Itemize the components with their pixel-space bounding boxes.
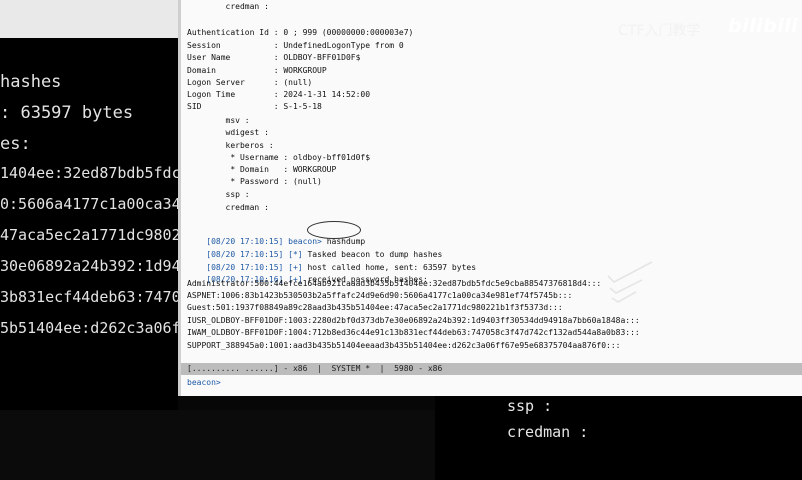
- bg-right-line: credman :: [507, 423, 589, 441]
- hash-line: Guest:501:1937f08849a89c28aad3b435b51404…: [187, 303, 563, 312]
- console-line: Authentication Id : 0 ; 999 (00000000:00…: [187, 28, 414, 37]
- watermark-text: CTF入门教学: [618, 23, 701, 39]
- console-line: Logon Time : 2024-1-31 14:52:00: [187, 90, 371, 99]
- console-line: ssp :: [187, 190, 250, 199]
- hand-drawn-circle: [307, 221, 361, 239]
- console-line: User Name : OLDBOY-BFF01D0F$: [187, 53, 361, 62]
- console-line: wdigest :: [187, 128, 269, 137]
- bg-line: hashes: [0, 72, 62, 92]
- bg-line: 5b51404ee:d262c3a06ff: [0, 319, 178, 337]
- beacon-console[interactable]: credman : Authentication Id : 0 ; 999 (0…: [178, 0, 802, 396]
- command-input[interactable]: beacon>: [181, 376, 802, 390]
- background-terminal-right: ssp : credman :: [435, 385, 802, 480]
- hash-line: ASPNET:1006:83b1423b530503b2a5ffafc24d9e…: [187, 291, 573, 300]
- bilibili-logo: bilibili: [728, 15, 799, 37]
- check-marks-icon: [607, 261, 653, 303]
- console-line: SID : S-1-5-18: [187, 102, 322, 111]
- background-terminal-left: hashes : 63597 bytes es: 1404ee:32ed87bd…: [0, 0, 178, 410]
- console-line: Logon Server : (null): [187, 78, 313, 87]
- console-line: Domain : WORKGROUP: [187, 66, 327, 75]
- console-line: msv :: [187, 116, 250, 125]
- bg-line: 0:5606a4177c1a00ca34c98: [0, 195, 178, 213]
- hash-line: IWAM_OLDBOY-BFF01D0F:1004:712b8ed36c44e9…: [187, 328, 640, 337]
- hash-line: IUSR_OLDBOY-BFF01D0F:1003:2280d2bf0d373d…: [187, 316, 640, 325]
- console-line: credman :: [187, 203, 269, 212]
- console-line: Session : UndefinedLogonType from 0: [187, 41, 404, 50]
- bg-line: : 63597 bytes: [0, 103, 134, 123]
- bg-line: es:: [0, 134, 31, 154]
- console-line: kerberos :: [187, 141, 274, 150]
- bg-line: 47aca5ec2a1771dc980221b: [0, 226, 178, 244]
- bg-line: 1404ee:32ed87bdb5fdc5e: [0, 164, 178, 182]
- console-line: credman :: [187, 2, 269, 11]
- bg-right-line: ssp :: [507, 397, 553, 415]
- bg-line: 30e06892a24b392:1d9403f: [0, 257, 178, 275]
- console-line: * Username : oldboy-bff01d0f$: [187, 153, 371, 162]
- bg-line: 3b831ecf44deb63:747058c: [0, 288, 178, 306]
- session-status-bar: [.......... ......] - x86 | SYSTEM * | 5…: [181, 363, 802, 375]
- console-line: * Password : (null): [187, 177, 322, 186]
- hash-line: SUPPORT_388945a0:1001:aad3b435b51404eeaa…: [187, 341, 621, 350]
- background-white-strip: [0, 0, 178, 38]
- console-line: * Domain : WORKGROUP: [187, 165, 337, 174]
- hash-line: Administrator:500:44efce164ab921caaad3b4…: [187, 279, 602, 288]
